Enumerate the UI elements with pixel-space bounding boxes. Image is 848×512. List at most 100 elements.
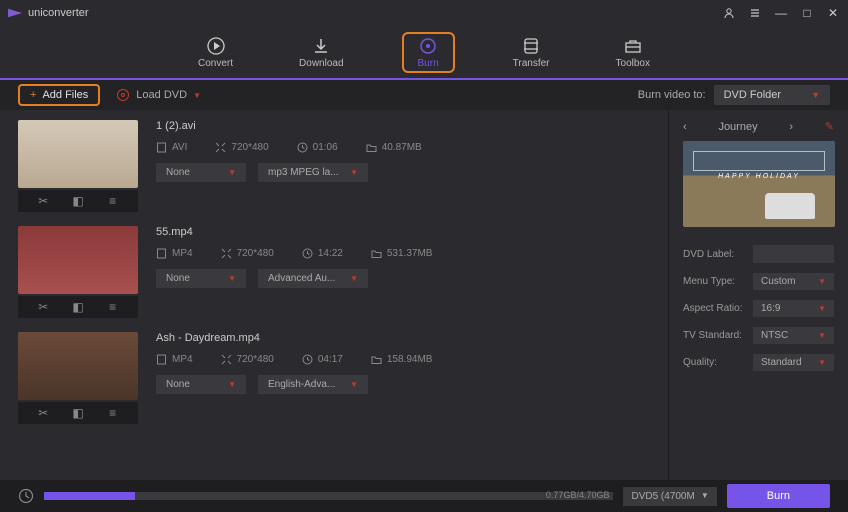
resolution-icon <box>215 142 226 153</box>
format-meta: MP4 <box>156 248 193 259</box>
nav-label: Toolbox <box>616 58 650 69</box>
template-preview-image <box>765 193 815 219</box>
burn-to-value: DVD Folder <box>724 89 781 101</box>
file-info: Ash - Daydream.mp4 MP4 720*480 04:17 158… <box>156 332 650 424</box>
nav-label: Convert <box>198 58 233 69</box>
thumb-tools: ✂ ◧ ≡ <box>18 402 138 424</box>
subtitle-select[interactable]: None▼ <box>156 163 246 182</box>
maximize-button[interactable]: □ <box>800 6 814 20</box>
chevron-down-icon: ▼ <box>811 90 820 100</box>
chevron-down-icon: ▼ <box>350 274 358 283</box>
chevron-down-icon: ▼ <box>350 380 358 389</box>
prev-template-button[interactable]: ‹ <box>683 121 687 133</box>
tv-standard-select[interactable]: NTSC▼ <box>753 327 834 344</box>
nav-transfer[interactable]: Transfer <box>505 32 558 73</box>
template-nav: ‹ Journey › ✎ <box>683 120 834 133</box>
burn-to-wrap: Burn video to: DVD Folder ▼ <box>638 85 830 105</box>
chevron-down-icon: ▼ <box>701 491 709 502</box>
setting-aspect: Aspect Ratio: 16:9▼ <box>683 300 834 317</box>
size-meta: 531.37MB <box>371 248 433 259</box>
nav-toolbox[interactable]: Toolbox <box>608 32 658 73</box>
file-selects: None▼ English-Adva...▼ <box>156 375 650 394</box>
load-dvd-label: Load DVD <box>136 89 187 101</box>
nav-download[interactable]: Download <box>291 32 351 73</box>
minimize-button[interactable]: — <box>774 6 788 20</box>
file-icon <box>156 248 167 259</box>
clock-icon <box>302 248 313 259</box>
file-name: Ash - Daydream.mp4 <box>156 332 650 344</box>
app-name: uniconverter <box>28 7 89 19</box>
titlebar: uniconverter — □ ✕ <box>0 0 848 26</box>
crop-icon[interactable]: ◧ <box>70 300 86 314</box>
file-meta: MP4 720*480 04:17 158.94MB <box>156 354 650 365</box>
resolution-meta: 720*480 <box>215 142 268 153</box>
settings-icon[interactable]: ≡ <box>105 194 121 208</box>
settings-icon[interactable]: ≡ <box>105 406 121 420</box>
thumb-tools: ✂ ◧ ≡ <box>18 296 138 318</box>
audio-select[interactable]: Advanced Au...▼ <box>258 269 368 288</box>
subtitle-select[interactable]: None▼ <box>156 269 246 288</box>
setting-dvd-label: DVD Label: <box>683 245 834 263</box>
chevron-down-icon: ▼ <box>818 277 826 286</box>
audio-select[interactable]: mp3 MPEG la...▼ <box>258 163 368 182</box>
burn-icon <box>418 36 438 56</box>
menu-type-select[interactable]: Custom▼ <box>753 273 834 290</box>
chevron-down-icon: ▼ <box>228 168 236 177</box>
edit-template-button[interactable]: ✎ <box>825 120 834 133</box>
app-logo: uniconverter <box>8 6 89 20</box>
window-controls: — □ ✕ <box>722 6 840 20</box>
file-selects: None▼ mp3 MPEG la...▼ <box>156 163 650 182</box>
thumbnail-wrap: ✂ ◧ ≡ <box>18 332 138 424</box>
duration-meta: 14:22 <box>302 248 343 259</box>
file-info: 1 (2).avi AVI 720*480 01:06 40.87MB None… <box>156 120 650 212</box>
nav-convert[interactable]: Convert <box>190 32 241 73</box>
quality-select[interactable]: Standard▼ <box>753 354 834 371</box>
aspect-select[interactable]: 16:9▼ <box>753 300 834 317</box>
resolution-meta: 720*480 <box>221 354 274 365</box>
load-dvd-button[interactable]: Load DVD ▼ <box>116 88 201 102</box>
clock-icon[interactable] <box>18 488 34 504</box>
add-files-label: Add Files <box>42 89 88 101</box>
user-icon[interactable] <box>722 6 736 20</box>
main-nav: Convert Download Burn Transfer Toolbox <box>0 26 848 80</box>
chevron-down-icon: ▼ <box>350 168 358 177</box>
thumbnail[interactable] <box>18 226 138 294</box>
cut-icon[interactable]: ✂ <box>35 194 51 208</box>
dvd-label-input[interactable] <box>753 245 834 263</box>
file-icon <box>156 142 167 153</box>
burn-to-select[interactable]: DVD Folder ▼ <box>714 85 830 105</box>
resolution-meta: 720*480 <box>221 248 274 259</box>
settings-icon[interactable]: ≡ <box>105 300 121 314</box>
file-icon <box>156 354 167 365</box>
crop-icon[interactable]: ◧ <box>70 406 86 420</box>
close-button[interactable]: ✕ <box>826 6 840 20</box>
disc-type-select[interactable]: DVD5 (4700M ▼ <box>623 487 716 506</box>
toolbox-icon <box>623 36 643 56</box>
cut-icon[interactable]: ✂ <box>35 406 51 420</box>
chevron-down-icon: ▼ <box>193 91 201 100</box>
clock-icon <box>302 354 313 365</box>
audio-select[interactable]: English-Adva...▼ <box>258 375 368 394</box>
size-meta: 40.87MB <box>366 142 422 153</box>
nav-burn[interactable]: Burn <box>402 32 455 73</box>
chevron-down-icon: ▼ <box>228 380 236 389</box>
file-info: 55.mp4 MP4 720*480 14:22 531.37MB None▼ … <box>156 226 650 318</box>
add-files-button[interactable]: + Add Files <box>18 84 100 106</box>
chevron-down-icon: ▼ <box>818 358 826 367</box>
cut-icon[interactable]: ✂ <box>35 300 51 314</box>
burn-button[interactable]: Burn <box>727 484 830 508</box>
crop-icon[interactable]: ◧ <box>70 194 86 208</box>
menu-icon[interactable] <box>748 6 762 20</box>
subtitle-select[interactable]: None▼ <box>156 375 246 394</box>
setting-label: TV Standard: <box>683 330 753 341</box>
next-template-button[interactable]: › <box>789 121 793 133</box>
duration-meta: 04:17 <box>302 354 343 365</box>
thumbnail[interactable] <box>18 120 138 188</box>
file-meta: MP4 720*480 14:22 531.37MB <box>156 248 650 259</box>
template-preview[interactable]: HAPPY HOLIDAY <box>683 141 835 227</box>
thumbnail-wrap: ✂ ◧ ≡ <box>18 226 138 318</box>
thumb-tools: ✂ ◧ ≡ <box>18 190 138 212</box>
chevron-down-icon: ▼ <box>818 331 826 340</box>
size-meta: 158.94MB <box>371 354 433 365</box>
thumbnail[interactable] <box>18 332 138 400</box>
